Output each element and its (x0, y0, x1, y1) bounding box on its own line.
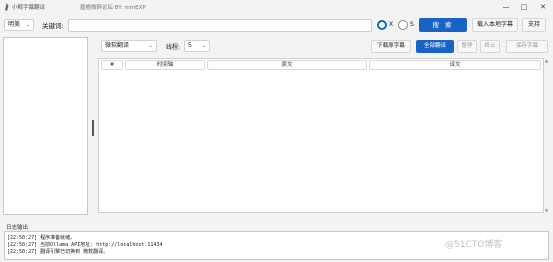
radio-x-label: X (389, 21, 394, 28)
column-header-index[interactable]: # (101, 60, 123, 70)
engine-select[interactable]: 微软翻译 ⌄ (101, 40, 157, 52)
scroll-down-icon[interactable]: ▼ (545, 208, 548, 213)
language-select-value: 明美 (8, 21, 21, 28)
log-line: [22:50:27] 翻译引擎已切换到 微软翻译。 (7, 249, 109, 255)
minimize-button[interactable]: — (498, 2, 514, 12)
splitter-handle[interactable] (92, 120, 94, 136)
scroll-up-icon[interactable]: ▲ (545, 58, 548, 63)
pause-button[interactable]: 暂停 (457, 40, 477, 53)
log-line: [22:50:27] 程序准备就绪。 (7, 235, 76, 241)
maximize-button[interactable]: □ (516, 2, 532, 12)
engine-select-value: 微软翻译 (105, 42, 130, 49)
close-button[interactable]: ✕ (535, 2, 551, 12)
log-line: [22:50:27] 当前Ollama API地址: http://localh… (7, 242, 163, 248)
table-scrollbar[interactable]: ▲ ▼ (545, 58, 550, 213)
resize-grip-icon[interactable]: ⋰ (546, 254, 551, 260)
radio-s-label: S (410, 21, 414, 28)
chevron-down-icon: ⌄ (25, 22, 30, 28)
title-bar: 小鲸字幕翻译 屋檐微醉论坛 BY: mmEXP — □ ✕ (0, 0, 553, 14)
subtitle-toolbar: 微软翻译 ⌄ 线程: 5 ⌄ 下载原字幕 全部翻译 暂停 终止 保存字幕 (96, 38, 551, 54)
stop-button[interactable]: 终止 (480, 40, 500, 53)
app-subtitle: 屋檐微醉论坛 BY: mmEXP (80, 5, 146, 11)
thread-select-value: 5 (188, 42, 192, 49)
app-title: 小鲸字幕翻译 (12, 5, 46, 11)
thread-select[interactable]: 5 ⌄ (184, 40, 210, 52)
save-subtitle-button[interactable]: 保存字幕 (506, 40, 548, 53)
thread-label: 线程: (166, 44, 181, 51)
radio-x[interactable] (377, 20, 387, 30)
support-button[interactable]: 支持 (522, 18, 546, 32)
language-select[interactable]: 明美 ⌄ (4, 19, 34, 31)
log-label: 日志输出 (6, 225, 29, 231)
column-header-timeline[interactable]: 时间轴 (125, 60, 205, 70)
load-local-subtitle-button[interactable]: 载入本地字幕 (472, 18, 518, 32)
chevron-down-icon: ⌄ (201, 43, 206, 49)
results-list[interactable] (3, 37, 88, 215)
download-original-button[interactable]: 下载原字幕 (371, 40, 411, 53)
column-header-translation[interactable]: 译文 (369, 60, 541, 70)
search-toolbar: 明美 ⌄ 关键词: X S 搜 索 载入本地字幕 支持 (0, 16, 553, 34)
translate-all-button[interactable]: 全部翻译 (416, 40, 454, 53)
app-logo-icon (5, 3, 9, 11)
subtitle-table[interactable]: # 时间轴 原文 译文 (98, 58, 544, 213)
watermark: @51CTO博客 (445, 240, 503, 250)
column-header-original[interactable]: 原文 (207, 60, 367, 70)
chevron-down-icon: ⌄ (148, 43, 153, 49)
keyword-input[interactable] (68, 19, 372, 32)
search-button[interactable]: 搜 索 (419, 18, 467, 32)
radio-s[interactable] (398, 20, 408, 30)
keyword-label: 关键词: (42, 22, 64, 30)
table-header: # 时间轴 原文 译文 (99, 59, 543, 70)
